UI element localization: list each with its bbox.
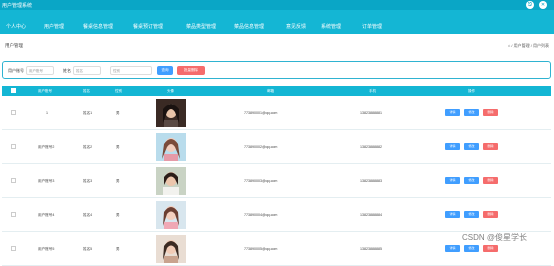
col-email: 邮箱	[267, 89, 274, 93]
cell-phone: 13823888881	[360, 111, 382, 115]
cell-account: 用户账号3	[38, 179, 55, 183]
page-header: 用户管理 ⌂ / 用户管理 / 用户列表	[0, 34, 554, 58]
close-icon[interactable]: ✕	[539, 1, 547, 9]
account-label: 用户账号	[8, 68, 24, 73]
cell-gender: 男	[116, 145, 120, 149]
batch-delete-button[interactable]: 批量删除	[177, 66, 205, 75]
account-input[interactable]: 用户账号	[26, 66, 54, 75]
table-row: 1 姓名1 男 773890001@qq.com 13823888881 详情 …	[2, 96, 551, 130]
nav-item-orders[interactable]: 订单管理	[362, 23, 382, 30]
cell-email: 773890003@qq.com	[244, 179, 278, 183]
cell-email: 773890001@qq.com	[244, 111, 278, 115]
cell-email: 773890002@qq.com	[244, 145, 278, 149]
search-form: 用户账号 用户账号 姓名 姓名 性别 查询 批量删除	[2, 61, 551, 79]
nav-item-table-info[interactable]: 餐桌信息管理	[83, 23, 113, 30]
table-row: 用户账号2 姓名2 男 773890002@qq.com 13823888882…	[2, 130, 551, 164]
col-avatar: 头像	[167, 89, 174, 93]
cell-account: 用户账号2	[38, 145, 55, 149]
nav-item-dish-type[interactable]: 菜品类型管理	[186, 23, 216, 30]
view-button[interactable]: 详情	[445, 177, 460, 184]
page-title: 用户管理	[5, 43, 23, 48]
table-row: 用户账号4 姓名4 男 773890004@qq.com 13823888884…	[2, 198, 551, 232]
col-actions: 操作	[468, 89, 475, 93]
nav-item-system[interactable]: 系统管理	[321, 23, 341, 30]
cell-account: 用户账号5	[38, 247, 55, 251]
query-button[interactable]: 查询	[157, 66, 173, 75]
name-label: 姓名	[63, 68, 71, 73]
edit-button[interactable]: 修改	[464, 177, 479, 184]
delete-button[interactable]: 删除	[483, 177, 498, 184]
cell-name: 姓名1	[83, 111, 93, 115]
row-checkbox[interactable]	[11, 110, 16, 115]
nav-item-user-management[interactable]: 用户管理	[44, 23, 64, 30]
table-row: 用户账号3 姓名3 男 773890003@qq.com 13823888883…	[2, 164, 551, 198]
cell-email: 773890004@qq.com	[244, 213, 278, 217]
nav-item-dish-info[interactable]: 菜品信息管理	[234, 23, 264, 30]
cell-phone: 13823888883	[360, 179, 382, 183]
col-phone: 手机	[369, 89, 376, 93]
avatar	[156, 99, 186, 127]
cell-account: 1	[46, 111, 48, 115]
cell-account: 用户账号4	[38, 213, 55, 217]
breadcrumb[interactable]: ⌂ / 用户管理 / 用户列表	[508, 43, 549, 49]
avatar	[156, 201, 186, 229]
view-button[interactable]: 详情	[445, 211, 460, 218]
avatar	[156, 235, 186, 263]
col-name: 姓名	[83, 89, 90, 93]
cell-phone: 13823888884	[360, 213, 382, 217]
col-account: 用户账号	[38, 89, 52, 93]
watermark: CSDN @俊星学长	[462, 233, 528, 242]
cell-phone: 13823888882	[360, 145, 382, 149]
gender-select-value: 性别	[113, 69, 120, 73]
view-button[interactable]: 详情	[445, 143, 460, 150]
delete-button[interactable]: 删除	[483, 143, 498, 150]
nav-item-table-booking[interactable]: 餐桌预订管理	[133, 23, 163, 30]
cell-gender: 男	[116, 111, 120, 115]
gender-select[interactable]: 性别	[110, 66, 152, 75]
row-checkbox[interactable]	[11, 144, 16, 149]
cell-name: 姓名5	[83, 247, 93, 251]
view-button[interactable]: 详情	[445, 109, 460, 116]
cell-name: 姓名4	[83, 213, 93, 217]
nav-item-personal-center[interactable]: 个人中心	[6, 23, 26, 30]
avatar	[156, 133, 186, 161]
cell-phone: 13823888885	[360, 247, 382, 251]
row-checkbox[interactable]	[11, 246, 16, 251]
col-gender: 性别	[115, 89, 122, 93]
top-nav: 个人中心 用户管理 餐桌信息管理 餐桌预订管理 菜品类型管理 菜品信息管理 意见…	[0, 10, 554, 34]
cell-gender: 男	[116, 247, 120, 251]
delete-button[interactable]: 删除	[483, 109, 498, 116]
delete-button[interactable]: 删除	[483, 211, 498, 218]
nav-item-feedback[interactable]: 意见反馈	[286, 23, 306, 30]
logout-icon[interactable]: ⎋	[526, 1, 534, 9]
cell-email: 773890005@qq.com	[244, 247, 278, 251]
row-checkbox[interactable]	[11, 212, 16, 217]
cell-gender: 男	[116, 179, 120, 183]
select-all-checkbox[interactable]	[11, 88, 16, 93]
window-title: 用户管理系统	[2, 3, 33, 9]
table-header: 用户账号 姓名 性别 头像 邮箱 手机 操作	[2, 86, 551, 96]
edit-button[interactable]: 修改	[464, 211, 479, 218]
edit-button[interactable]: 修改	[464, 143, 479, 150]
edit-button[interactable]: 修改	[464, 109, 479, 116]
avatar	[156, 167, 186, 195]
row-checkbox[interactable]	[11, 178, 16, 183]
cell-name: 姓名2	[83, 145, 93, 149]
cell-gender: 男	[116, 213, 120, 217]
name-input[interactable]: 姓名	[73, 66, 101, 75]
window-titlebar: 用户管理系统 ⎋ ✕	[0, 0, 554, 10]
cell-name: 姓名3	[83, 179, 93, 183]
